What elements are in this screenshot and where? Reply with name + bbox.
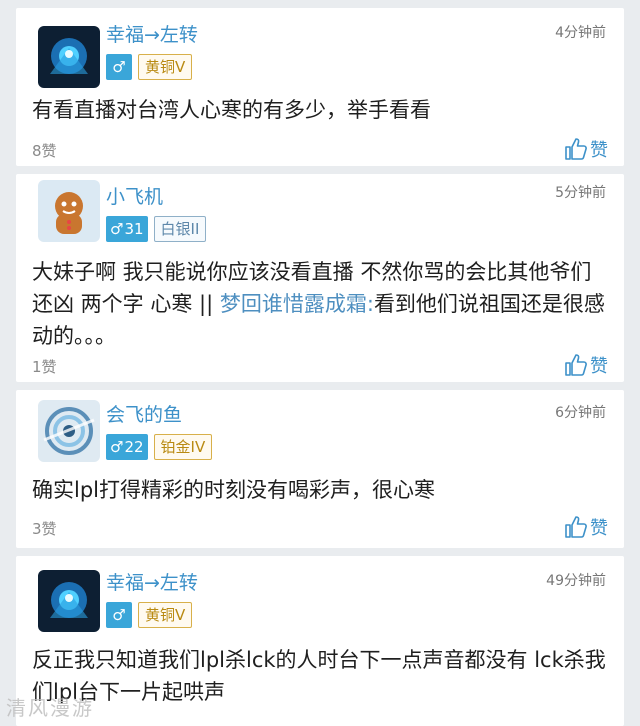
like-button[interactable]: 赞 bbox=[564, 136, 608, 162]
like-label: 赞 bbox=[590, 356, 608, 377]
timestamp: 6分钟前 bbox=[555, 405, 606, 421]
username[interactable]: 会飞的鱼 bbox=[106, 400, 182, 427]
vortex-avatar-icon bbox=[38, 400, 100, 462]
hero-avatar-icon bbox=[38, 26, 100, 88]
comment-text: 有看直播对台湾人心寒的有多少，举手看看 bbox=[32, 98, 431, 122]
male-icon: ♂ bbox=[110, 220, 124, 238]
username[interactable]: 幸福→左转 bbox=[106, 20, 198, 47]
gingerbread-avatar-icon bbox=[38, 180, 100, 242]
comment-card: 小飞机 5分钟前 ♂ 31 白银II 大妹子啊 我只能说你应该没看直播 不然你骂的… bbox=[16, 174, 624, 382]
comment-card: 幸福→左转 49分钟前 ♂ 黄铜V 反正我只知道我们lpl杀lck的人时台下一点… bbox=[16, 556, 624, 726]
watermark: 清风漫游 bbox=[6, 696, 94, 720]
user-badges: ♂ 黄铜V bbox=[106, 54, 193, 80]
comment-card: 幸福→左转 4分钟前 ♂ 黄铜V 有看直播对台湾人心寒的有多少，举手看看 8赞 … bbox=[16, 8, 624, 166]
rank-badge: 黄铜V bbox=[138, 602, 193, 628]
like-count: 8赞 bbox=[32, 142, 57, 160]
timestamp: 49分钟前 bbox=[546, 573, 606, 589]
comment-card: 会飞的鱼 6分钟前 ♂ 22 铂金IV 确实lpl打得精彩的时刻没有喝彩声，很心寒… bbox=[16, 390, 624, 548]
like-count: 1赞 bbox=[32, 358, 57, 376]
like-label: 赞 bbox=[590, 518, 608, 539]
hero-avatar-icon bbox=[38, 570, 100, 632]
avatar[interactable] bbox=[38, 400, 100, 462]
comment-feed: 幸福→左转 4分钟前 ♂ 黄铜V 有看直播对台湾人心寒的有多少，举手看看 8赞 … bbox=[0, 0, 640, 726]
rank-badge: 黄铜V bbox=[138, 54, 193, 80]
avatar[interactable] bbox=[38, 180, 100, 242]
gender-badge: ♂ 31 bbox=[106, 216, 148, 242]
rank-badge: 白银II bbox=[153, 216, 207, 242]
user-badges: ♂ 黄铜V bbox=[106, 602, 193, 628]
rank-badge: 铂金IV bbox=[153, 434, 213, 460]
comment-text: 确实lpl打得精彩的时刻没有喝彩声，很心寒 bbox=[32, 478, 435, 502]
like-count: 3赞 bbox=[32, 520, 57, 538]
gender-badge: ♂ bbox=[106, 54, 132, 80]
quoted-user[interactable]: 梦回谁惜露成霜: bbox=[220, 292, 374, 316]
user-level: 31 bbox=[124, 220, 144, 238]
username[interactable]: 幸福→左转 bbox=[106, 568, 198, 595]
avatar[interactable] bbox=[38, 26, 100, 88]
timestamp: 4分钟前 bbox=[555, 25, 606, 41]
timestamp: 5分钟前 bbox=[555, 185, 606, 201]
thumbs-up-icon bbox=[565, 138, 587, 160]
male-icon: ♂ bbox=[112, 606, 126, 624]
like-label: 赞 bbox=[590, 140, 608, 161]
avatar[interactable] bbox=[38, 570, 100, 632]
user-badges: ♂ 31 白银II bbox=[106, 216, 207, 242]
gender-badge: ♂ bbox=[106, 602, 132, 628]
like-button[interactable]: 赞 bbox=[564, 352, 608, 378]
male-icon: ♂ bbox=[112, 58, 126, 76]
male-icon: ♂ bbox=[110, 438, 124, 456]
comment-text: 大妹子啊 我只能说你应该没看直播 不然你骂的会比其他爷们还凶 两个字 心寒 ||… bbox=[32, 256, 608, 352]
comment-text: 反正我只知道我们lpl杀lck的人时台下一点声音都没有 lck杀我们lpl台下一… bbox=[32, 648, 606, 704]
user-level: 22 bbox=[124, 438, 144, 456]
thumbs-up-icon bbox=[565, 516, 587, 538]
gender-badge: ♂ 22 bbox=[106, 434, 148, 460]
like-button[interactable]: 赞 bbox=[564, 514, 608, 540]
user-badges: ♂ 22 铂金IV bbox=[106, 434, 213, 460]
thumbs-up-icon bbox=[565, 354, 587, 376]
username[interactable]: 小飞机 bbox=[106, 182, 163, 209]
